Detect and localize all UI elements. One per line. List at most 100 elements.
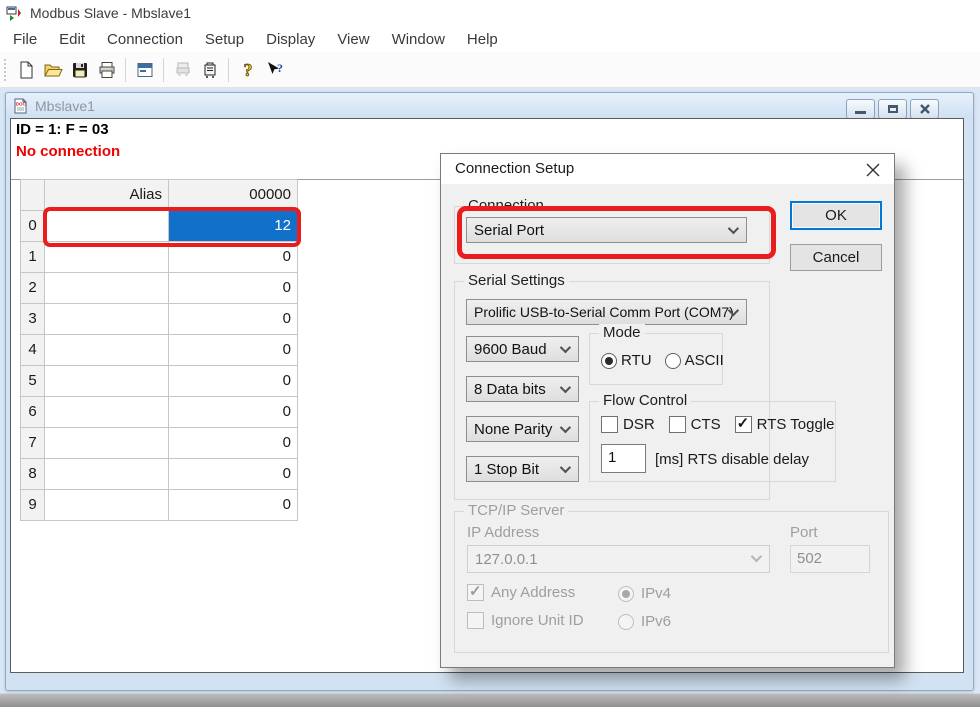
document-titlebar[interactable]: DOC Mbslave1 <box>6 93 973 118</box>
close-icon <box>919 104 931 114</box>
parity-select[interactable]: None Parity <box>466 416 579 442</box>
chevron-down-icon <box>560 342 571 353</box>
dsr-checkbox[interactable] <box>601 416 618 433</box>
connection-type-select[interactable]: Serial Port <box>466 217 747 243</box>
row-index[interactable]: 0 <box>21 211 45 242</box>
register-value-cell[interactable]: 0 <box>169 459 298 490</box>
dialog-close-button[interactable] <box>864 161 882 179</box>
menu-item-connection[interactable]: Connection <box>96 28 194 51</box>
toolbar-grip <box>4 59 8 81</box>
mode-group-label: Mode <box>599 324 645 341</box>
table-row: 50 <box>21 366 298 397</box>
address-column-header[interactable]: 00000 <box>169 180 298 211</box>
minimize-icon <box>855 111 866 114</box>
rtu-label: RTU <box>621 352 652 369</box>
ok-button[interactable]: OK <box>790 201 882 230</box>
menu-item-help[interactable]: Help <box>456 28 509 51</box>
row-index[interactable]: 9 <box>21 490 45 521</box>
register-value-cell[interactable]: 0 <box>169 428 298 459</box>
row-index[interactable]: 2 <box>21 273 45 304</box>
maximize-button[interactable] <box>878 99 907 119</box>
close-button[interactable] <box>910 99 939 119</box>
baud-rate-select[interactable]: 9600 Baud <box>466 336 579 362</box>
register-value-cell[interactable]: 0 <box>169 335 298 366</box>
rtu-radio[interactable] <box>601 353 617 369</box>
device-icon[interactable] <box>196 57 223 83</box>
grid-header-row: Alias 00000 <box>21 180 298 211</box>
chevron-down-icon <box>560 422 571 433</box>
baud-rate-value: 9600 Baud <box>474 341 547 358</box>
cancel-button[interactable]: Cancel <box>790 244 882 271</box>
context-help-icon[interactable]: ? <box>261 57 288 83</box>
register-value-cell[interactable]: 0 <box>169 242 298 273</box>
table-row: 30 <box>21 304 298 335</box>
alias-cell[interactable] <box>45 459 169 490</box>
alias-cell[interactable] <box>45 428 169 459</box>
row-index[interactable]: 3 <box>21 304 45 335</box>
rts-toggle-checkbox[interactable] <box>735 416 752 433</box>
print-icon[interactable] <box>93 57 120 83</box>
minimize-button[interactable] <box>846 99 875 119</box>
rts-delay-input[interactable]: 1 <box>601 444 646 473</box>
connection-setup-dialog: Connection Setup Connection Serial Port … <box>440 153 895 668</box>
register-value-cell[interactable]: 0 <box>169 273 298 304</box>
open-file-icon[interactable] <box>39 57 66 83</box>
cts-checkbox[interactable] <box>669 416 686 433</box>
tcpip-server-group: TCP/IP Server IP Address 127.0.0.1 Port … <box>454 511 889 653</box>
data-bits-select[interactable]: 8 Data bits <box>466 376 579 402</box>
menu-item-file[interactable]: File <box>2 28 48 51</box>
serial-port-select[interactable]: Prolific USB-to-Serial Comm Port (COM7) <box>466 299 747 325</box>
ascii-radio[interactable] <box>665 353 681 369</box>
rts-delay-label: [ms] RTS disable delay <box>655 451 809 468</box>
close-icon <box>866 163 880 177</box>
any-address-label: Any Address <box>491 584 575 601</box>
chevron-down-icon <box>751 551 762 562</box>
table-row: 0 12 <box>21 211 298 242</box>
alias-cell[interactable] <box>45 273 169 304</box>
svg-text:DOC: DOC <box>16 101 27 106</box>
stop-bits-select[interactable]: 1 Stop Bit <box>466 456 579 482</box>
menu-item-edit[interactable]: Edit <box>48 28 96 51</box>
dialog-title: Connection Setup <box>441 154 894 184</box>
display-setup-icon[interactable] <box>131 57 158 83</box>
cts-label: CTS <box>691 416 721 433</box>
chevron-down-icon <box>728 223 739 234</box>
alias-cell[interactable] <box>45 211 169 242</box>
alias-cell[interactable] <box>45 397 169 428</box>
register-value-cell[interactable]: 0 <box>169 490 298 521</box>
menu-item-display[interactable]: Display <box>255 28 326 51</box>
row-index[interactable]: 5 <box>21 366 45 397</box>
new-document-icon[interactable] <box>12 57 39 83</box>
row-index[interactable]: 6 <box>21 397 45 428</box>
register-value-cell[interactable]: 12 <box>169 211 298 242</box>
menu-item-window[interactable]: Window <box>381 28 456 51</box>
register-value-cell[interactable]: 0 <box>169 304 298 335</box>
serial-port-value: Prolific USB-to-Serial Comm Port (COM7) <box>474 304 734 320</box>
save-icon[interactable] <box>66 57 93 83</box>
alias-cell[interactable] <box>45 304 169 335</box>
menu-item-setup[interactable]: Setup <box>194 28 255 51</box>
alias-cell[interactable] <box>45 490 169 521</box>
table-row: 90 <box>21 490 298 521</box>
alias-cell[interactable] <box>45 335 169 366</box>
table-row: 80 <box>21 459 298 490</box>
row-index[interactable]: 1 <box>21 242 45 273</box>
register-value-cell[interactable]: 0 <box>169 397 298 428</box>
row-index[interactable]: 8 <box>21 459 45 490</box>
status-bar <box>0 693 980 707</box>
tcpip-server-label: TCP/IP Server <box>464 502 568 519</box>
toolbar-separator <box>163 58 164 82</box>
alias-cell[interactable] <box>45 242 169 273</box>
alias-cell[interactable] <box>45 366 169 397</box>
toolbar-separator <box>228 58 229 82</box>
tcp-port-input: 502 <box>790 545 870 573</box>
app-icon <box>6 5 22 21</box>
row-index[interactable]: 7 <box>21 428 45 459</box>
row-index[interactable]: 4 <box>21 335 45 366</box>
register-value-cell[interactable]: 0 <box>169 366 298 397</box>
ascii-label: ASCII <box>685 352 724 369</box>
menu-item-view[interactable]: View <box>326 28 380 51</box>
help-topics-icon[interactable]: ? <box>234 57 261 83</box>
window-title: Modbus Slave - Mbslave1 <box>30 5 191 21</box>
alias-column-header[interactable]: Alias <box>45 180 169 211</box>
